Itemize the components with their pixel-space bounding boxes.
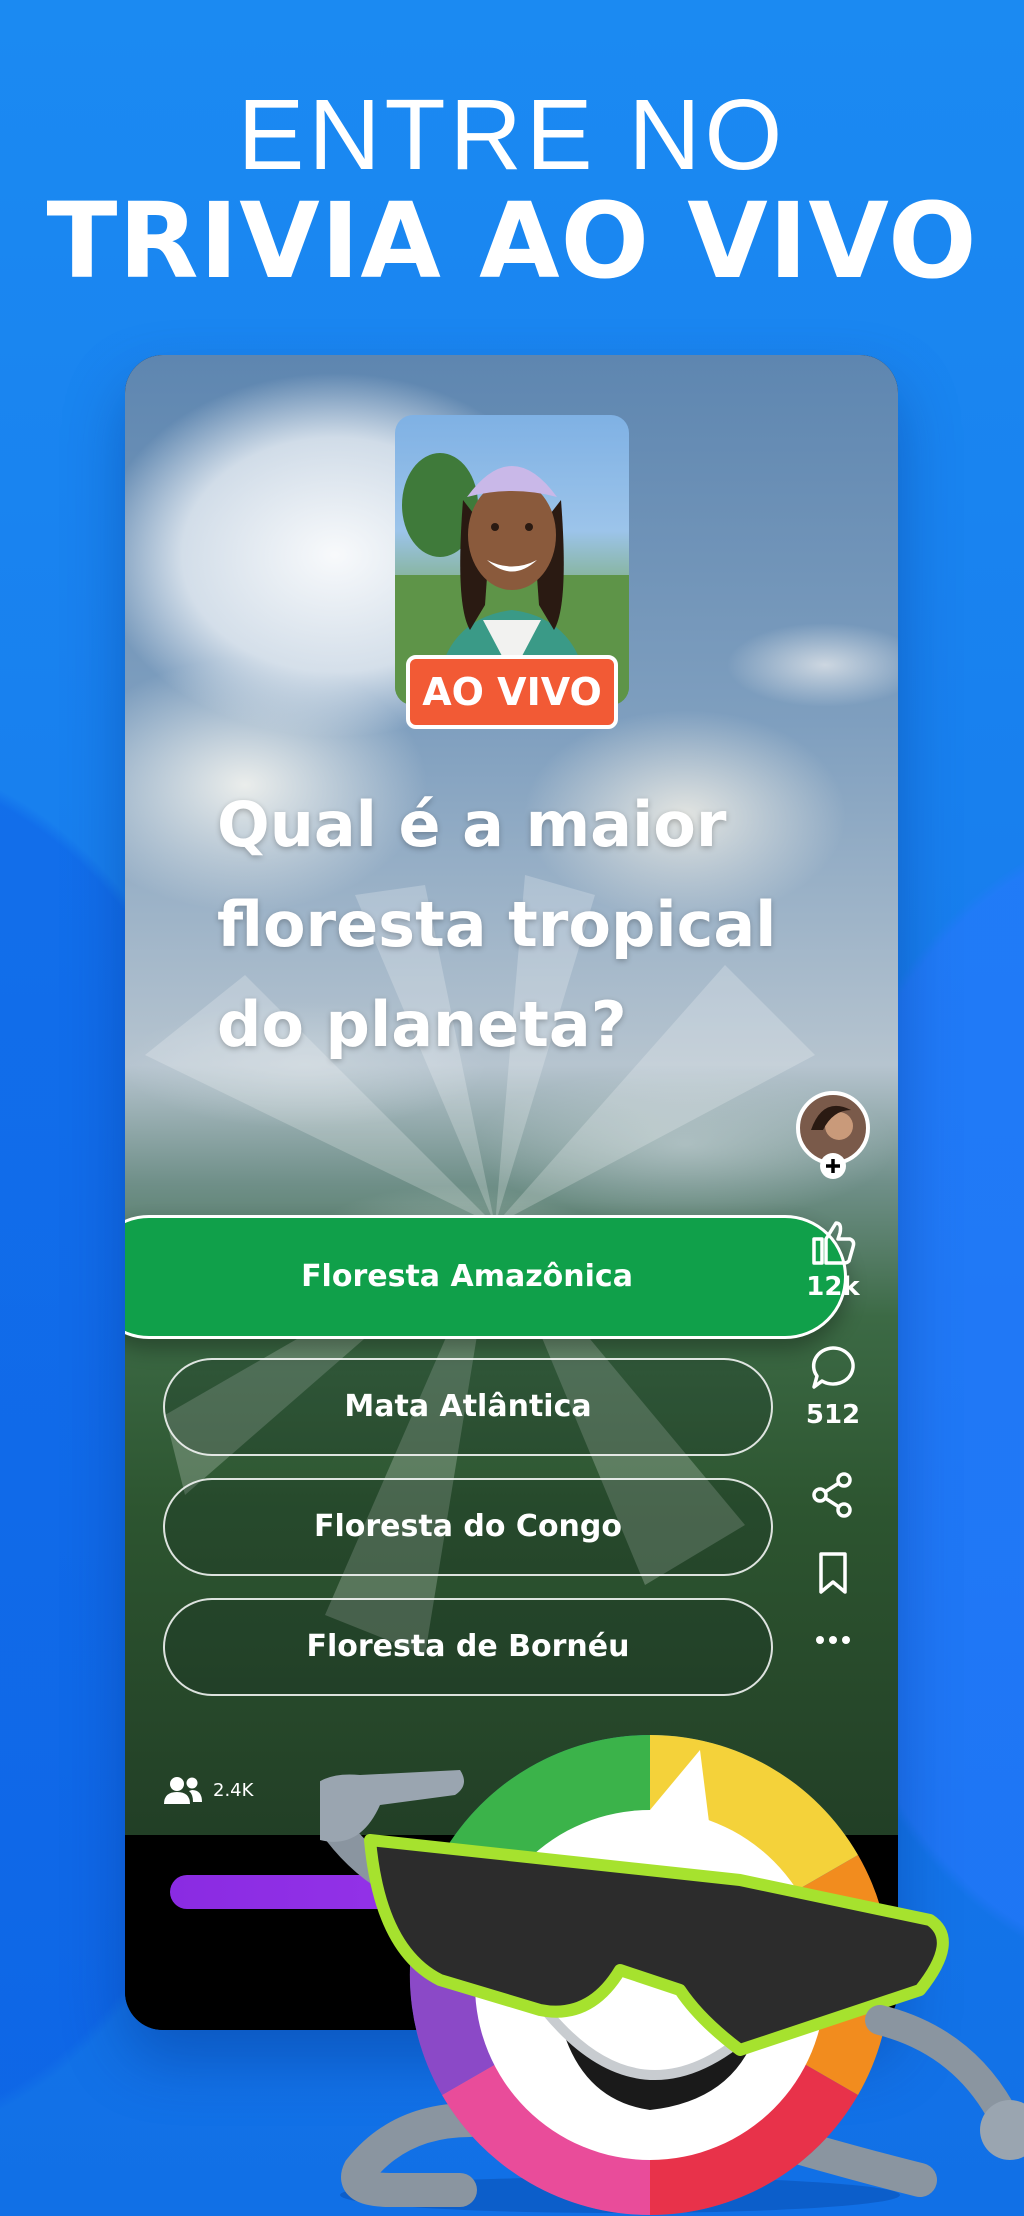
headline-line2: TRIVIA AO VIVO xyxy=(46,180,978,302)
mascot-character xyxy=(320,1735,1024,2215)
bookmark-icon[interactable] xyxy=(808,1548,858,1598)
thumbs-up-icon[interactable] xyxy=(808,1217,858,1267)
live-badge: AO VIVO xyxy=(406,655,618,729)
more-icon[interactable] xyxy=(808,1630,858,1650)
viewer-count-text: 2.4K xyxy=(213,1779,254,1801)
question-text: Qual é a maior floresta tropical do plan… xyxy=(217,788,777,1061)
viewer-count: 2.4K xyxy=(163,1775,253,1805)
comments-count: 512 xyxy=(805,1400,861,1430)
answer-option-3[interactable]: Floresta do Congo xyxy=(163,1478,773,1576)
share-action[interactable] xyxy=(808,1470,858,1527)
headline-line1: ENTRE NO xyxy=(237,79,787,191)
profile-avatar[interactable] xyxy=(793,1090,873,1180)
answer-option-4[interactable]: Floresta de Bornéu xyxy=(163,1598,773,1696)
answer-option-2[interactable]: Mata Atlântica xyxy=(163,1358,773,1456)
more-action[interactable] xyxy=(808,1627,858,1657)
likes-count: 12k xyxy=(806,1272,860,1302)
like-action[interactable]: 12k xyxy=(793,1217,873,1302)
people-icon xyxy=(164,1777,202,1804)
comment-action[interactable]: 512 xyxy=(793,1343,873,1430)
comment-icon[interactable] xyxy=(808,1343,858,1393)
share-icon[interactable] xyxy=(808,1470,858,1520)
answer-option-1[interactable]: Floresta Amazônica xyxy=(125,1215,847,1339)
profile-follow[interactable] xyxy=(793,1090,873,1187)
bookmark-action[interactable] xyxy=(808,1548,858,1605)
